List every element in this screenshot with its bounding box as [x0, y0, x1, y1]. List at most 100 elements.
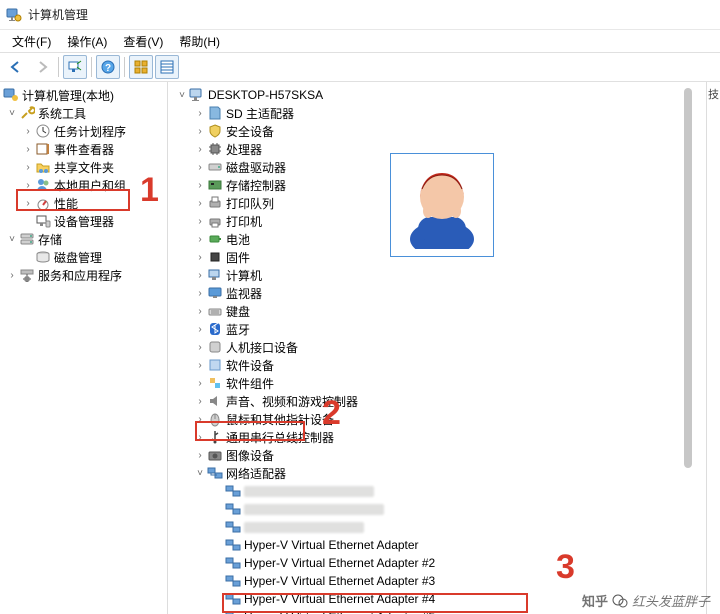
sidebar-label: 服务和应用程序	[38, 267, 122, 284]
expand-icon[interactable]: ˅	[176, 90, 188, 101]
sidebar-root[interactable]: 计算机管理(本地)	[0, 86, 167, 104]
expand-icon[interactable]: ›	[194, 324, 206, 335]
tree-keyboards[interactable]: ›键盘	[168, 302, 706, 320]
sidebar-label: 磁盘管理	[54, 249, 102, 266]
tree-adapter-blurred[interactable]	[168, 482, 706, 500]
chip-icon	[207, 249, 223, 265]
help-toolbar-button[interactable]: ?	[96, 55, 120, 79]
hdd-icon	[207, 159, 223, 175]
event-icon	[35, 141, 51, 157]
expand-icon[interactable]: ›	[22, 144, 34, 155]
expand-icon[interactable]: ›	[22, 180, 34, 191]
menu-action[interactable]: 操作(A)	[61, 31, 113, 52]
sidebar-performance[interactable]: › 性能	[0, 194, 167, 212]
expand-icon[interactable]: ›	[194, 288, 206, 299]
tree-adapter-blurred[interactable]	[168, 500, 706, 518]
expand-icon[interactable]: ›	[194, 108, 206, 119]
expand-icon[interactable]: ›	[194, 180, 206, 191]
tree-computer[interactable]: ˅ DESKTOP-H57SKSA	[168, 86, 706, 104]
nic-icon	[225, 537, 241, 553]
sidebar-label: 本地用户和组	[54, 177, 126, 194]
expand-icon[interactable]: ›	[194, 306, 206, 317]
node-label: 安全设备	[226, 123, 274, 140]
usb-icon	[207, 429, 223, 445]
expand-icon[interactable]: ›	[194, 144, 206, 155]
expand-icon[interactable]: ›	[194, 216, 206, 227]
tree-hid[interactable]: ›人机接口设备	[168, 338, 706, 356]
tree-security[interactable]: › 安全设备	[168, 122, 706, 140]
svg-text:?: ?	[105, 63, 111, 74]
sidebar-system-tools[interactable]: ˅ 系统工具	[0, 104, 167, 122]
menu-help[interactable]: 帮助(H)	[173, 31, 226, 52]
scan-button[interactable]	[63, 55, 87, 79]
expand-icon[interactable]: ˅	[194, 468, 206, 479]
sidebar-storage[interactable]: ˅ 存储	[0, 230, 167, 248]
tree-adapter-hyperv2[interactable]: Hyper-V Virtual Ethernet Adapter #2	[168, 554, 706, 572]
controller-icon	[207, 177, 223, 193]
tree-adapter-hyperv1[interactable]: Hyper-V Virtual Ethernet Adapter	[168, 536, 706, 554]
tree-software-dev[interactable]: ›软件设备	[168, 356, 706, 374]
blurred-label	[244, 504, 384, 515]
expand-icon[interactable]: ›	[194, 396, 206, 407]
node-label: 蓝牙	[226, 321, 250, 338]
node-label: 通用串行总线控制器	[226, 429, 334, 446]
sidebar-services[interactable]: › 服务和应用程序	[0, 266, 167, 284]
clock-icon	[35, 123, 51, 139]
sidebar-local-users[interactable]: › 本地用户和组	[0, 176, 167, 194]
list-view-button[interactable]	[155, 55, 179, 79]
tree-bluetooth[interactable]: › 蓝牙	[168, 320, 706, 338]
expand-icon[interactable]: ›	[194, 414, 206, 425]
sidebar-task-scheduler[interactable]: › 任务计划程序	[0, 122, 167, 140]
expand-icon[interactable]: ›	[22, 198, 34, 209]
expand-icon[interactable]: ›	[194, 126, 206, 137]
forward-button[interactable]	[30, 55, 54, 79]
nic-icon	[225, 519, 241, 535]
keyboard-icon	[207, 303, 223, 319]
tree-computers[interactable]: ›计算机	[168, 266, 706, 284]
menu-file[interactable]: 文件(F)	[6, 31, 57, 52]
avatar-image	[390, 153, 494, 257]
expand-icon[interactable]: ˅	[6, 234, 18, 245]
sidebar-event-viewer[interactable]: › 事件查看器	[0, 140, 167, 158]
node-label: 软件组件	[226, 375, 274, 392]
expand-icon[interactable]: ›	[194, 162, 206, 173]
tree-adapter-blurred[interactable]	[168, 518, 706, 536]
print-queue-icon	[207, 195, 223, 211]
tree-mice[interactable]: ›鼠标和其他指针设备	[168, 410, 706, 428]
tree-imaging[interactable]: ›图像设备	[168, 446, 706, 464]
sidebar-disk-mgmt[interactable]: 磁盘管理	[0, 248, 167, 266]
tools-icon	[19, 105, 35, 121]
window-title: 计算机管理	[28, 6, 88, 23]
sd-card-icon	[207, 105, 223, 121]
right-pane-hint: 技	[708, 86, 719, 614]
tree-software-comp[interactable]: › 软件组件	[168, 374, 706, 392]
sidebar-shared-folders[interactable]: › 共享文件夹	[0, 158, 167, 176]
expand-icon[interactable]: ›	[194, 270, 206, 281]
tree-network-adapters[interactable]: ˅网络适配器	[168, 464, 706, 482]
right-pane-edge: 技	[706, 82, 720, 614]
expand-icon[interactable]: ›	[22, 162, 34, 173]
expand-icon[interactable]: ›	[194, 252, 206, 263]
tree-monitors[interactable]: ›监视器	[168, 284, 706, 302]
expand-icon[interactable]: ˅	[6, 108, 18, 119]
expand-icon[interactable]: ›	[194, 342, 206, 353]
computer-icon	[189, 87, 205, 103]
expand-icon[interactable]: ›	[22, 126, 34, 137]
tiles-view-button[interactable]	[129, 55, 153, 79]
watermark: 知乎 红头发蓝胖子	[582, 591, 710, 610]
tree-adapter-hyperv3[interactable]: Hyper-V Virtual Ethernet Adapter #3	[168, 572, 706, 590]
expand-icon[interactable]: ›	[194, 234, 206, 245]
back-button[interactable]	[4, 55, 28, 79]
scrollbar-thumb[interactable]	[684, 88, 692, 468]
menu-view[interactable]: 查看(V)	[117, 31, 169, 52]
expand-icon[interactable]: ›	[194, 378, 206, 389]
expand-icon[interactable]: ›	[194, 198, 206, 209]
expand-icon[interactable]: ›	[194, 360, 206, 371]
sidebar-device-manager[interactable]: 设备管理器	[0, 212, 167, 230]
expand-icon[interactable]: ›	[194, 432, 206, 443]
tree-usb[interactable]: › 通用串行总线控制器	[168, 428, 706, 446]
tree-sd-host[interactable]: ›SD 主适配器	[168, 104, 706, 122]
expand-icon[interactable]: ›	[6, 270, 18, 281]
expand-icon[interactable]: ›	[194, 450, 206, 461]
tree-sound-video[interactable]: ›声音、视频和游戏控制器	[168, 392, 706, 410]
